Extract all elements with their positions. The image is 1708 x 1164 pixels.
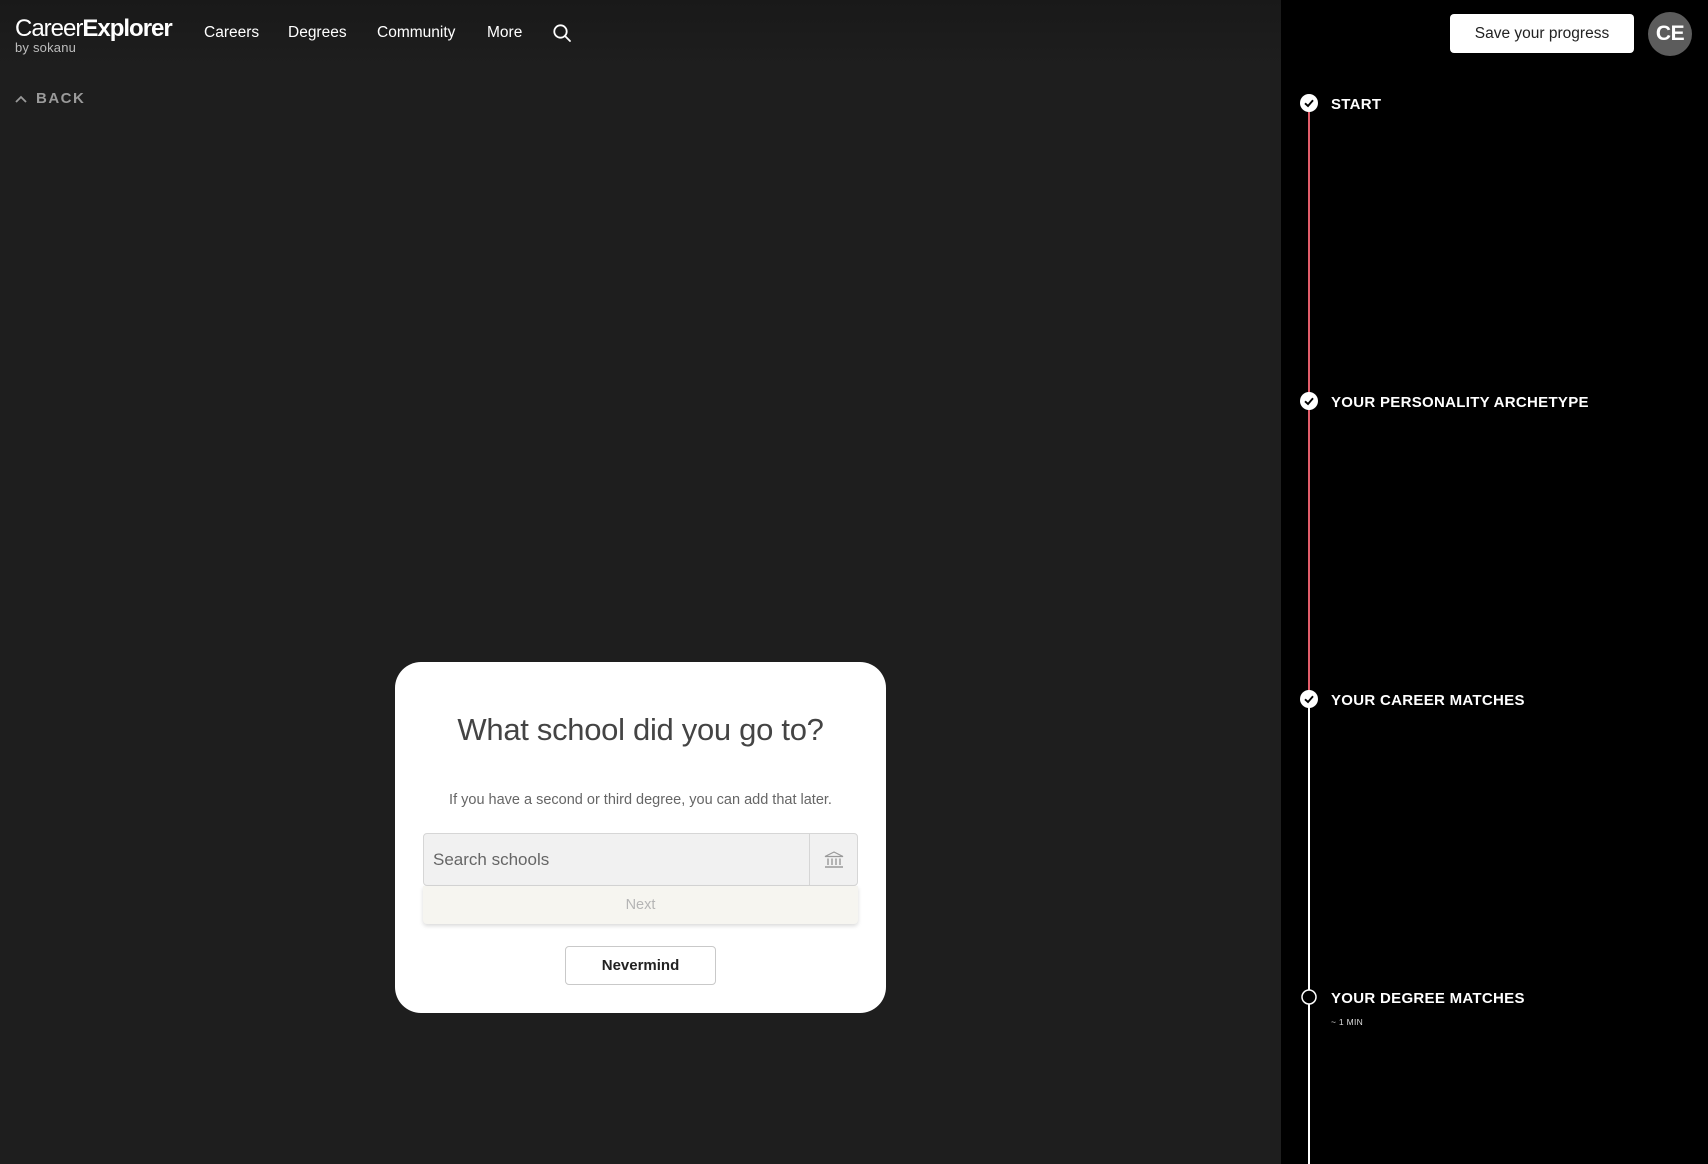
nav-more[interactable]: More [487,24,522,42]
school-modal: What school did you go to? If you have a… [395,662,886,1013]
nevermind-button[interactable]: Nevermind [565,946,716,985]
back-label: BACK [36,90,86,107]
logo-career: Career [15,15,83,42]
check-circle-icon [1300,94,1318,112]
nav-community[interactable]: Community [377,24,455,42]
nav-degrees[interactable]: Degrees [288,24,347,42]
modal-title: What school did you go to? [457,712,824,747]
check-circle-icon [1300,392,1318,410]
step-career-matches: YOUR CAREER MATCHES [1331,692,1525,709]
save-progress-button[interactable]: Save your progress [1450,14,1634,53]
search-icon[interactable] [552,23,572,43]
main-content: CareerExplorer by sokanu Careers Degrees… [0,0,1281,1164]
school-search-input[interactable] [424,834,809,885]
bank-icon[interactable] [809,834,857,885]
logo-explorer: Explorer [82,15,172,42]
top-navigation: CareerExplorer by sokanu Careers Degrees… [0,0,1281,68]
step-start: START [1331,96,1382,113]
next-button[interactable]: Next [423,886,858,924]
career-explorer-logo[interactable]: CareerExplorer by sokanu [15,15,173,55]
step-degree-matches: YOUR DEGREE MATCHES [1331,990,1525,1007]
logo-subtitle: by sokanu [15,40,77,55]
empty-circle-icon [1300,988,1318,1006]
modal-subtitle: If you have a second or third degree, yo… [449,792,832,808]
progress-line-remaining [1308,699,1310,1164]
check-circle-icon [1300,690,1318,708]
chevron-up-icon [15,95,27,103]
nav-careers[interactable]: Careers [204,24,259,42]
step-personality-archetype: YOUR PERSONALITY ARCHETYPE [1331,394,1589,411]
school-search-box [423,833,858,886]
step-time-estimate: ~ 1 MIN [1331,1017,1364,1027]
avatar[interactable]: CE [1648,12,1692,56]
back-button[interactable]: BACK [15,90,85,107]
